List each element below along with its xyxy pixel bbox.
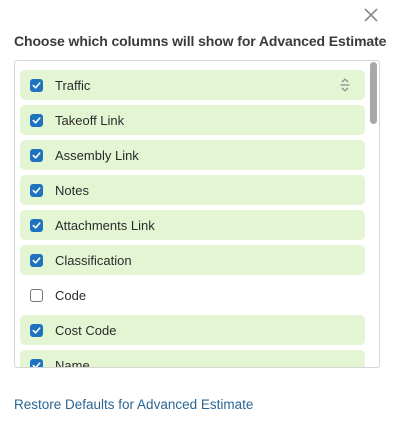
column-label: Code xyxy=(55,287,87,303)
column-label: Classification xyxy=(55,252,132,268)
close-button[interactable] xyxy=(362,6,380,24)
column-checkbox[interactable] xyxy=(30,148,43,162)
column-checkbox[interactable] xyxy=(30,78,43,92)
column-row[interactable]: Takeoff Link xyxy=(20,105,365,135)
column-checkbox[interactable] xyxy=(30,358,43,367)
column-row[interactable]: Classification xyxy=(20,245,365,275)
checkmark-icon xyxy=(32,151,41,159)
scrollbar[interactable] xyxy=(368,62,378,366)
column-checkbox[interactable] xyxy=(30,113,43,127)
column-checkbox[interactable] xyxy=(30,218,43,232)
column-checkbox[interactable] xyxy=(30,288,43,302)
checkmark-icon xyxy=(32,326,41,334)
column-checkbox[interactable] xyxy=(30,323,43,337)
checkmark-icon xyxy=(32,361,41,367)
column-list-items: Traffic Takeoff Link Assembly Link Notes Att… xyxy=(20,70,365,368)
column-row[interactable]: Code xyxy=(20,280,365,310)
checkmark-icon xyxy=(32,81,41,89)
column-row[interactable]: Traffic xyxy=(20,70,365,100)
checkmark-icon xyxy=(32,221,41,229)
checkmark-icon xyxy=(32,116,41,124)
scrollbar-thumb[interactable] xyxy=(370,62,377,124)
column-label: Name xyxy=(55,357,90,368)
column-row[interactable]: Notes xyxy=(20,175,365,205)
close-icon xyxy=(364,8,378,22)
column-row[interactable]: Name xyxy=(20,350,365,368)
column-checkbox[interactable] xyxy=(30,183,43,197)
restore-defaults-link[interactable]: Restore Defaults for Advanced Estimate xyxy=(14,397,253,412)
column-label: Notes xyxy=(55,182,89,198)
column-row[interactable]: Assembly Link xyxy=(20,140,365,170)
drag-handle-icon[interactable] xyxy=(339,78,351,92)
column-label: Assembly Link xyxy=(55,147,139,163)
checkmark-icon xyxy=(32,256,41,264)
column-row[interactable]: Attachments Link xyxy=(20,210,365,240)
column-checkbox[interactable] xyxy=(30,253,43,267)
column-label: Takeoff Link xyxy=(55,112,125,128)
column-label: Cost Code xyxy=(55,322,117,338)
column-row[interactable]: Cost Code xyxy=(20,315,365,345)
dialog-title: Choose which columns will show for Advan… xyxy=(14,33,387,49)
column-label: Traffic xyxy=(55,77,91,93)
checkmark-icon xyxy=(32,186,41,194)
column-label: Attachments Link xyxy=(55,217,155,233)
column-list[interactable]: Traffic Takeoff Link Assembly Link Notes Att… xyxy=(14,60,380,368)
